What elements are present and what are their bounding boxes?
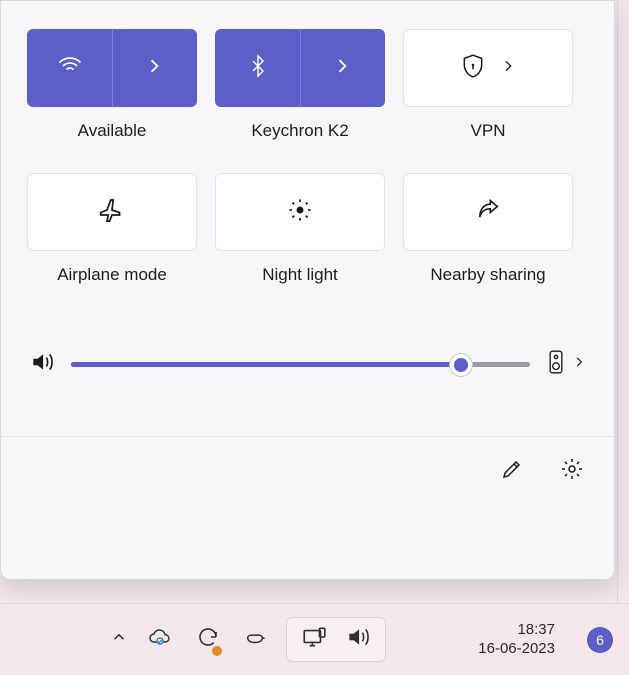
chevron-right-icon (144, 56, 164, 81)
airplane-label: Airplane mode (57, 265, 167, 305)
quick-settings-panel: Available Keychron K2 (0, 0, 615, 580)
edit-quick-settings-button[interactable] (494, 453, 530, 489)
slider-fill (71, 362, 461, 367)
airplane-tile[interactable] (27, 173, 197, 251)
vpn-label: VPN (471, 121, 506, 161)
nightlight-label: Night light (262, 265, 338, 305)
quick-settings-footer (1, 437, 614, 505)
volume-tray-icon[interactable] (345, 624, 371, 655)
onedrive-icon[interactable] (148, 625, 172, 654)
share-icon (474, 196, 502, 229)
quick-settings-tiles: Available Keychron K2 (1, 1, 614, 313)
airplane-icon (97, 195, 127, 230)
taskbar-clock[interactable]: 18:37 16-06-2023 (478, 621, 555, 659)
wifi-toggle[interactable] (28, 30, 113, 106)
notification-badge[interactable]: 6 (587, 627, 613, 653)
bluetooth-label: Keychron K2 (251, 121, 348, 161)
audio-output-button[interactable] (546, 349, 586, 380)
network-icon[interactable] (301, 624, 327, 655)
window-right-gutter (617, 0, 629, 603)
wifi-icon (56, 52, 84, 85)
wifi-tile-block: Available (27, 29, 197, 161)
chevron-right-icon (500, 58, 516, 79)
chevron-right-icon (332, 56, 352, 81)
vpn-tile[interactable] (403, 29, 573, 107)
brightness-icon (286, 196, 314, 229)
bluetooth-expand[interactable] (301, 30, 385, 106)
volume-row (1, 313, 614, 380)
nearby-tile-block: Nearby sharing (403, 173, 573, 305)
bluetooth-tile-block: Keychron K2 (215, 29, 385, 161)
bluetooth-icon (246, 54, 270, 83)
gear-icon (560, 457, 584, 486)
system-tray-box[interactable] (286, 617, 386, 662)
clock-time: 18:37 (478, 621, 555, 640)
settings-button[interactable] (554, 453, 590, 489)
wifi-label: Available (78, 121, 147, 161)
pencil-icon (500, 457, 524, 486)
nearby-tile[interactable] (403, 173, 573, 251)
nightlight-tile[interactable] (215, 173, 385, 251)
vpn-tile-block: VPN (403, 29, 573, 161)
volume-slider[interactable] (71, 353, 530, 377)
wifi-tile[interactable] (27, 29, 197, 107)
app-tray-icon[interactable] (244, 626, 266, 653)
speaker-device-icon (546, 349, 566, 380)
taskbar: 18:37 16-06-2023 6 (0, 603, 629, 675)
bluetooth-toggle[interactable] (216, 30, 301, 106)
windows-update-icon[interactable] (196, 625, 220, 654)
shield-lock-icon (460, 53, 486, 84)
clock-date: 16-06-2023 (478, 640, 555, 659)
wifi-expand[interactable] (113, 30, 197, 106)
notification-count: 6 (596, 632, 604, 648)
chevron-right-icon (572, 355, 586, 374)
tray-icons (148, 625, 266, 654)
nightlight-tile-block: Night light (215, 173, 385, 305)
tray-overflow-button[interactable] (110, 628, 128, 651)
update-badge-icon (212, 646, 222, 656)
nearby-label: Nearby sharing (430, 265, 545, 305)
airplane-tile-block: Airplane mode (27, 173, 197, 305)
slider-thumb[interactable] (450, 354, 472, 376)
speaker-icon[interactable] (29, 349, 55, 380)
bluetooth-tile[interactable] (215, 29, 385, 107)
